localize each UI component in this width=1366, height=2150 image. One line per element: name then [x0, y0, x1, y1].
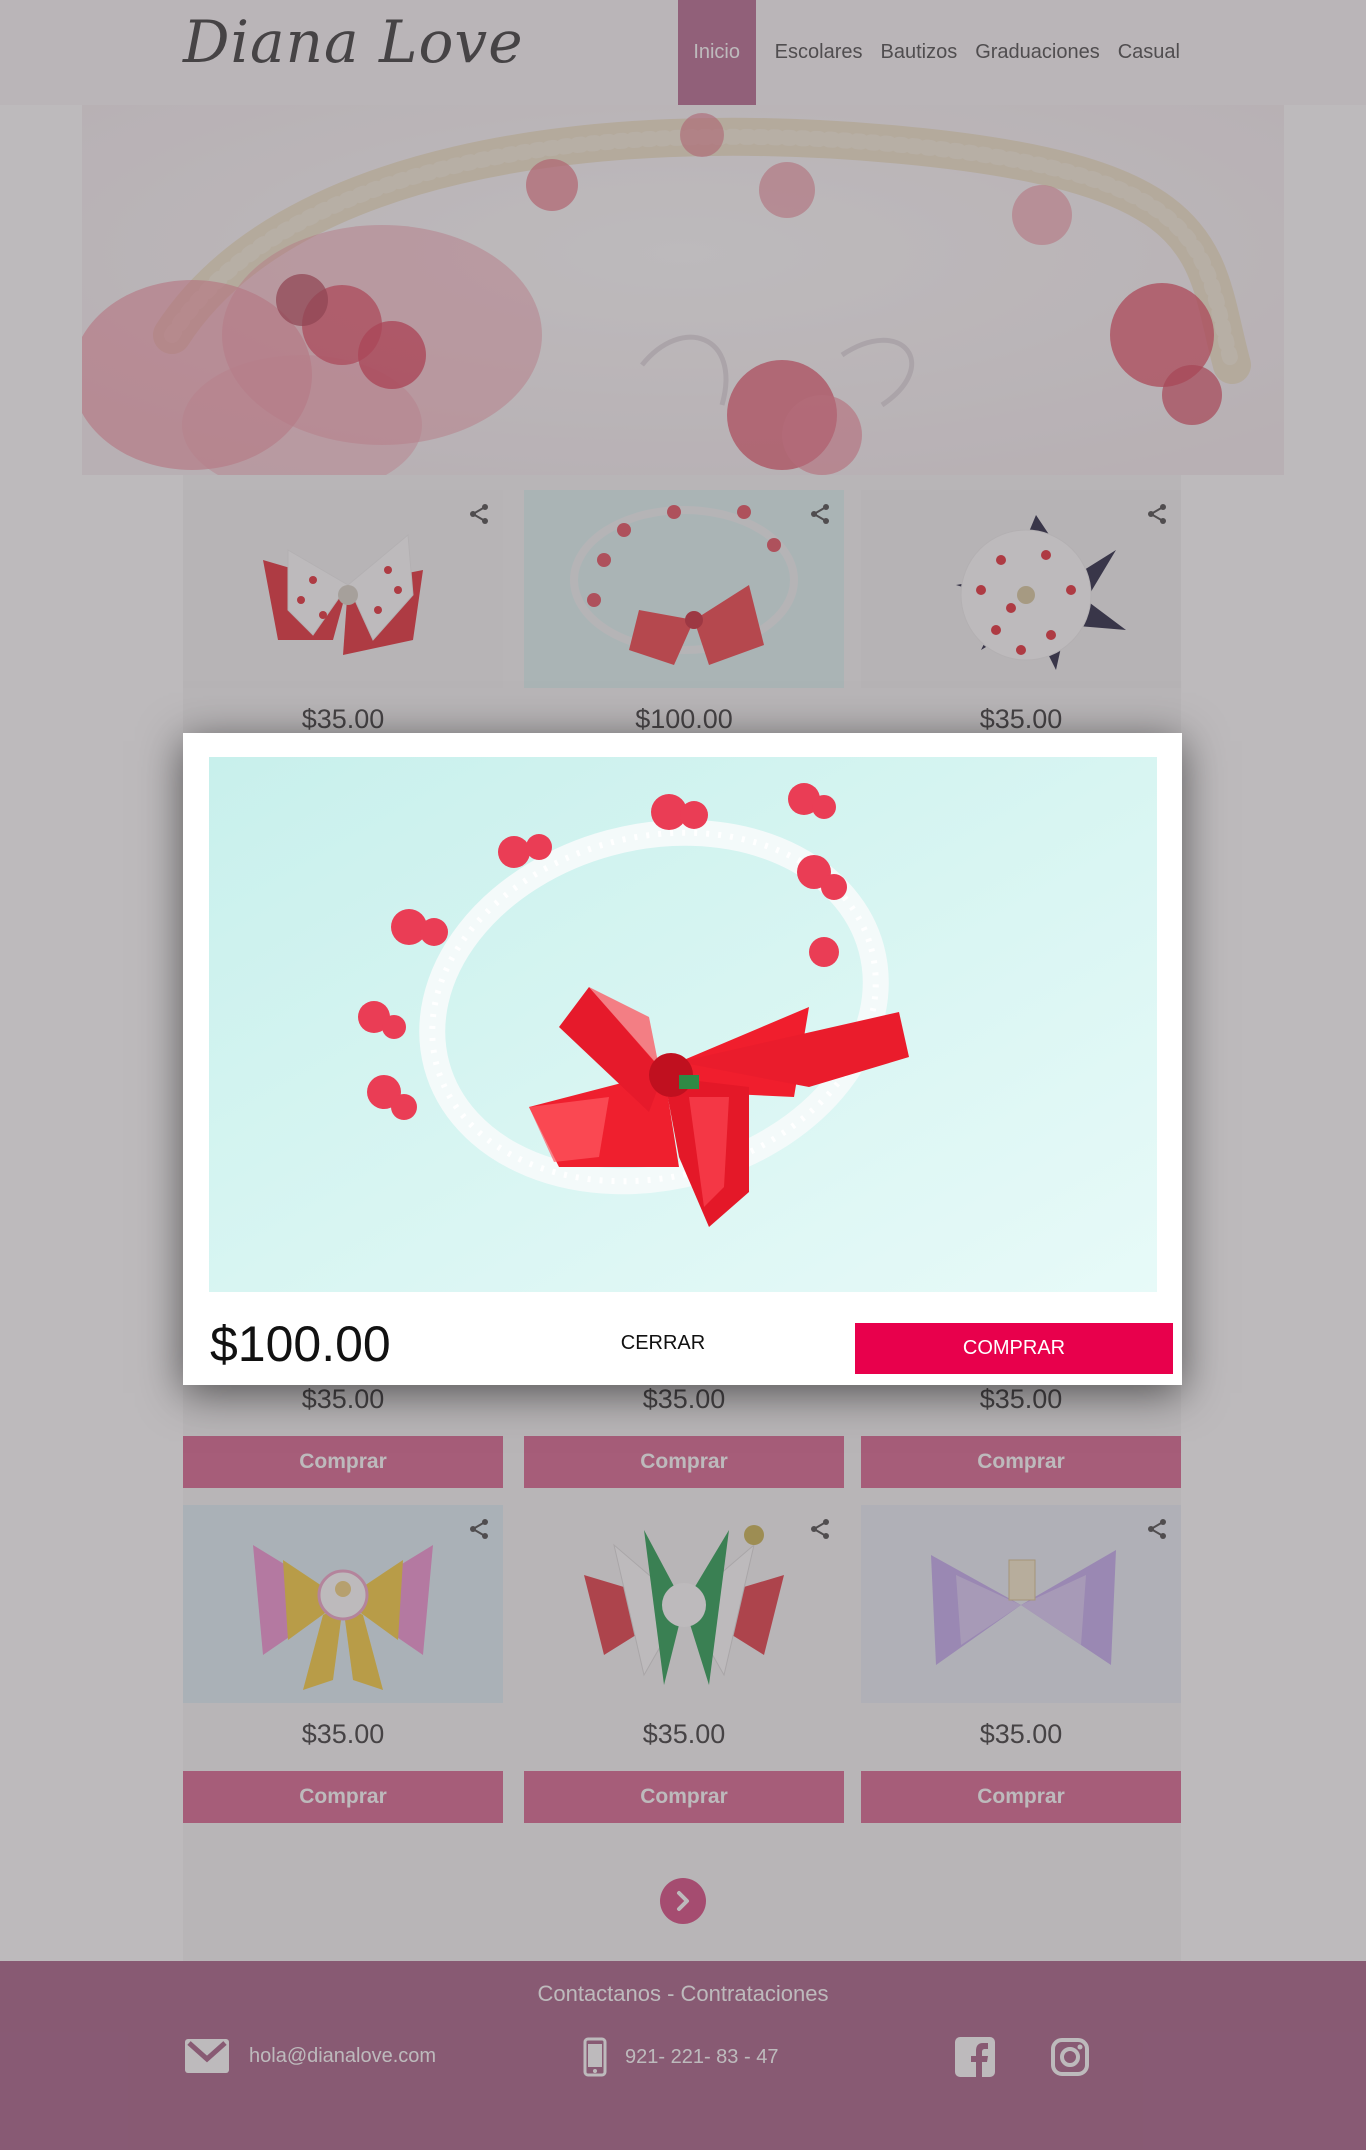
product-modal: $100.00 CERRAR COMPRAR [183, 733, 1182, 1385]
modal-product-image [209, 757, 1157, 1292]
modal-price: $100.00 [210, 1316, 391, 1372]
modal-close-button[interactable]: CERRAR [603, 1323, 723, 1363]
modal-buy-button[interactable]: COMPRAR [855, 1323, 1173, 1374]
